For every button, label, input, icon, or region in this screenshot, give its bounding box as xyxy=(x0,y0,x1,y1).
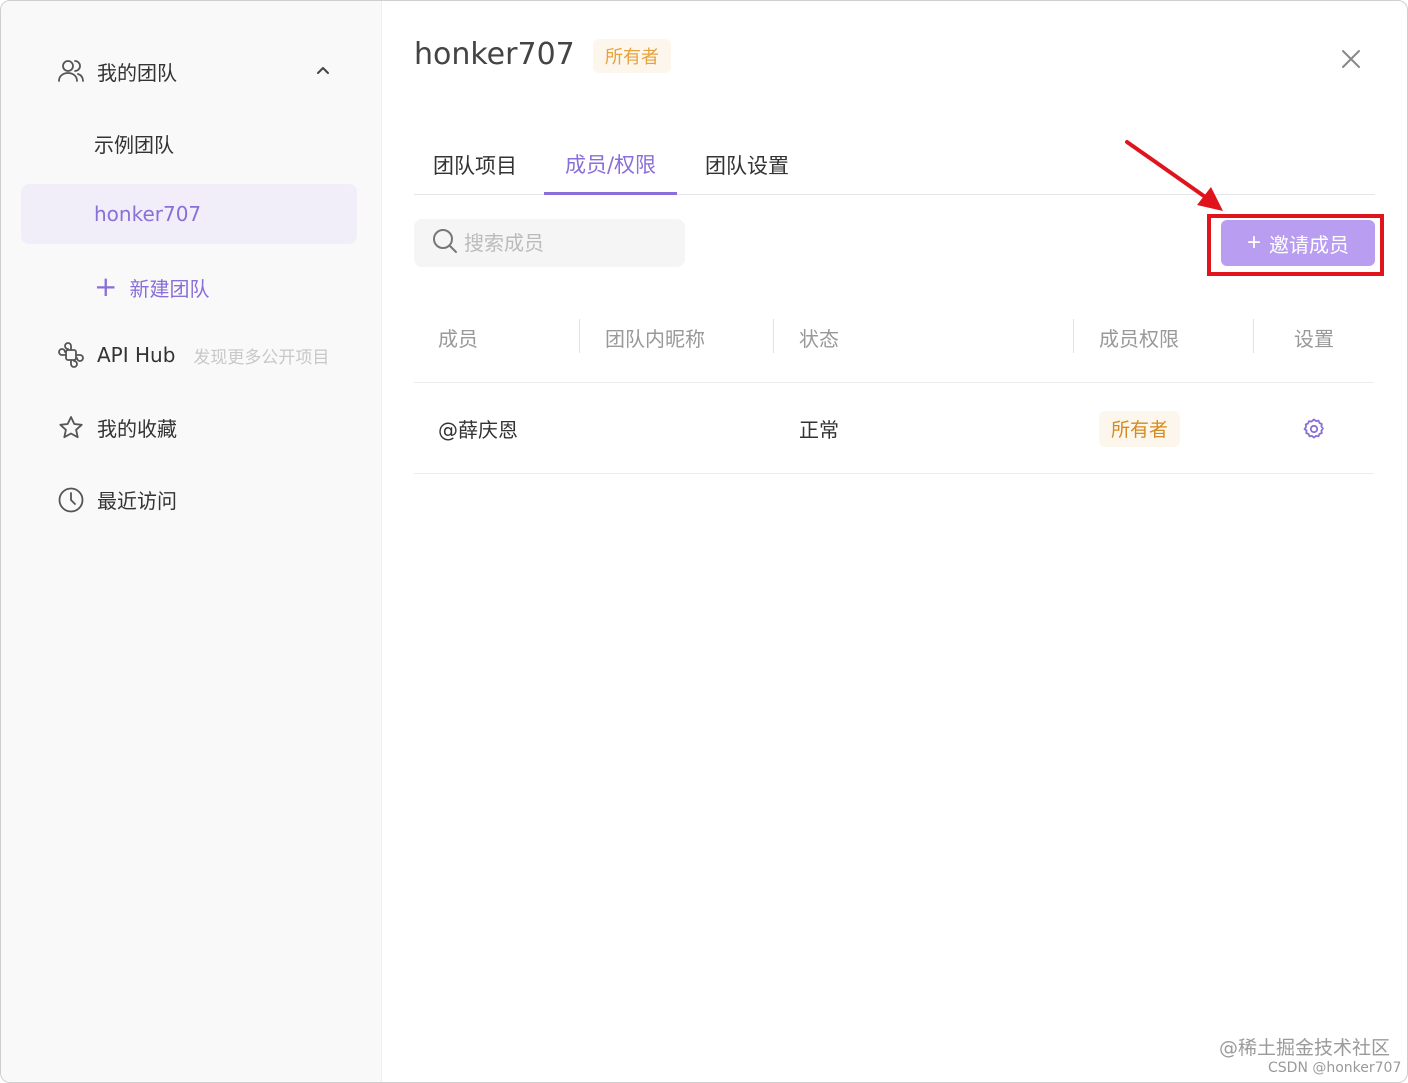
column-divider xyxy=(1073,319,1074,353)
watermark-line1: @稀土掘金技术社区 xyxy=(1219,1037,1391,1059)
sidebar-item-api-hub[interactable]: API Hub 发现更多公开项目 xyxy=(57,341,329,369)
search-input[interactable] xyxy=(464,231,674,255)
page-title: honker707 xyxy=(414,37,575,72)
column-header-member: 成员 xyxy=(438,326,478,351)
sidebar-item-label: honker707 xyxy=(94,202,202,226)
sidebar-item-favorites[interactable]: 我的收藏 xyxy=(57,413,177,442)
column-divider xyxy=(579,319,580,353)
role-badge: 所有者 xyxy=(593,39,671,73)
chevron-up-icon[interactable] xyxy=(309,57,337,85)
member-role-badge: 所有者 xyxy=(1099,410,1181,447)
member-role-cell: 所有者 xyxy=(1099,383,1181,474)
column-header-status: 状态 xyxy=(799,326,839,351)
star-icon xyxy=(57,414,85,442)
sidebar-item-my-team[interactable]: 我的团队 xyxy=(57,53,337,89)
invite-member-label: 邀请成员 xyxy=(1269,234,1349,257)
gear-icon[interactable] xyxy=(1302,417,1326,441)
column-header-nickname: 团队内昵称 xyxy=(605,326,705,351)
plus-icon: + xyxy=(94,270,118,303)
plus-icon: + xyxy=(1246,229,1261,256)
member-name: @薛庆恩 xyxy=(438,418,518,442)
watermark-line2: CSDN @honker707 xyxy=(1268,1060,1402,1076)
invite-member-button[interactable]: + 邀请成员 xyxy=(1221,220,1375,266)
sidebar-item-team-honker707[interactable]: honker707 xyxy=(21,184,357,244)
tab-team-projects[interactable]: 团队项目 xyxy=(414,135,536,195)
users-icon xyxy=(57,57,85,85)
sidebar-item-label: 我的团队 xyxy=(97,60,177,85)
member-status: 正常 xyxy=(799,418,839,442)
table-header: 成员 团队内昵称 状态 成员权限 设置 xyxy=(414,307,1374,383)
column-divider xyxy=(773,319,774,353)
table-row: @薛庆恩 正常 所有者 xyxy=(414,383,1374,474)
close-icon xyxy=(1342,50,1360,68)
column-divider xyxy=(1253,319,1254,353)
sidebar-item-label: API Hub xyxy=(97,343,176,367)
column-header-role: 成员权限 xyxy=(1099,326,1179,351)
sidebar-item-label: 示例团队 xyxy=(94,132,174,157)
new-team-label: 新建团队 xyxy=(129,276,210,301)
sidebar-item-label: 最近访问 xyxy=(97,489,177,513)
api-hub-icon xyxy=(57,341,85,369)
sidebar-item-recent[interactable]: 最近访问 xyxy=(57,485,177,514)
tab-team-settings[interactable]: 团队设置 xyxy=(687,135,807,195)
clock-icon xyxy=(57,486,85,514)
sidebar-item-team-example[interactable]: 示例团队 xyxy=(94,125,174,161)
column-header-settings: 设置 xyxy=(1294,326,1334,351)
close-button[interactable] xyxy=(1335,43,1367,75)
tab-members-permissions[interactable]: 成员/权限 xyxy=(544,135,677,195)
sidebar-item-label: 我的收藏 xyxy=(97,417,177,441)
member-settings-cell xyxy=(1302,383,1326,474)
search-box xyxy=(414,219,685,267)
new-team-button[interactable]: + 新建团队 xyxy=(94,269,209,305)
sidebar: 我的团队 示例团队 honker707 + 新建团队 API Hub 发现更多公… xyxy=(1,1,382,1082)
team-dialog: 我的团队 示例团队 honker707 + 新建团队 API Hub 发现更多公… xyxy=(0,0,1408,1083)
api-hub-hint: 发现更多公开项目 xyxy=(193,347,330,368)
search-icon xyxy=(432,228,458,258)
